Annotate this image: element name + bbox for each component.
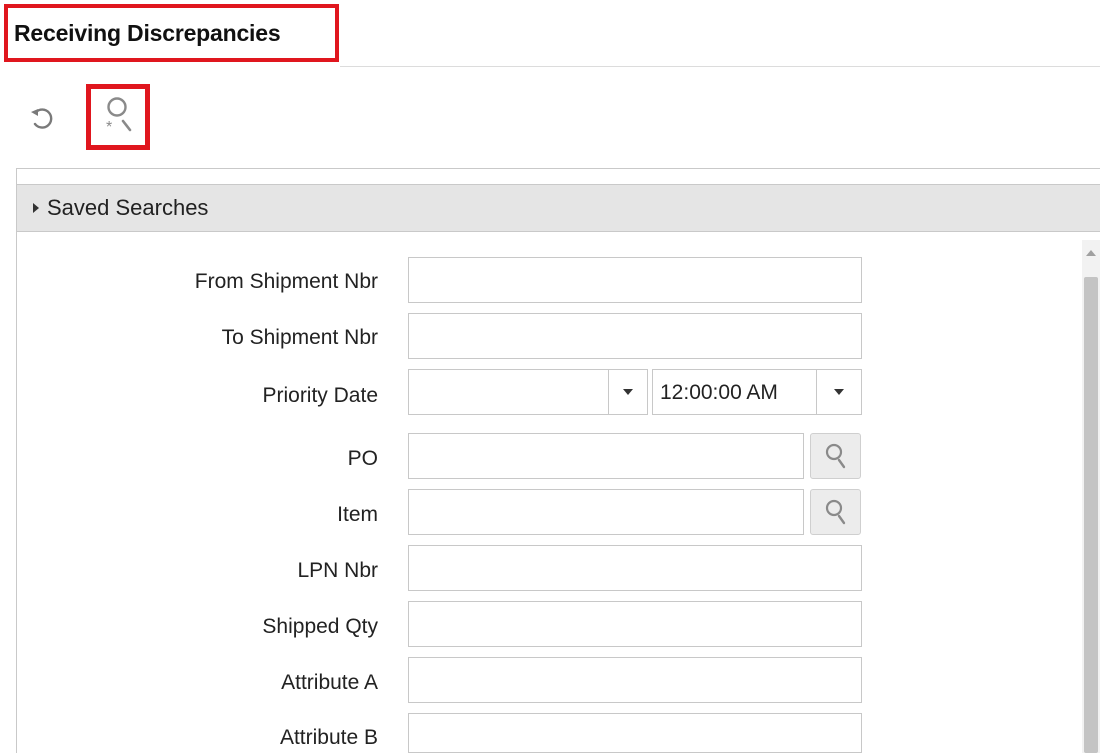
chevron-down-icon bbox=[623, 389, 633, 395]
from-shipment-nbr-label: From Shipment Nbr bbox=[194, 270, 378, 293]
advanced-search-button[interactable]: * bbox=[94, 90, 142, 142]
priority-date-input[interactable] bbox=[408, 369, 608, 415]
lpn-nbr-label: LPN Nbr bbox=[297, 559, 378, 582]
attribute-b-input[interactable] bbox=[408, 713, 862, 753]
from-shipment-nbr-input[interactable] bbox=[408, 257, 862, 303]
refresh-icon bbox=[31, 108, 53, 129]
item-lookup-button[interactable] bbox=[810, 489, 861, 535]
shipped-qty-label: Shipped Qty bbox=[262, 615, 378, 638]
search-advanced-icon: * bbox=[106, 97, 132, 136]
item-input[interactable] bbox=[408, 489, 804, 535]
shipped-qty-input[interactable] bbox=[408, 601, 862, 647]
search-icon bbox=[825, 443, 845, 469]
expand-caret-icon bbox=[33, 203, 39, 213]
lpn-nbr-input[interactable] bbox=[408, 545, 862, 591]
scroll-up-arrow-icon[interactable] bbox=[1086, 250, 1096, 256]
attribute-b-label: Attribute B bbox=[279, 726, 378, 749]
scrollbar-thumb[interactable] bbox=[1084, 277, 1098, 753]
po-input[interactable] bbox=[408, 433, 804, 479]
saved-searches-label: Saved Searches bbox=[47, 195, 209, 220]
refresh-button[interactable] bbox=[24, 100, 60, 136]
svg-text:*: * bbox=[106, 119, 112, 136]
to-shipment-nbr-input[interactable] bbox=[408, 313, 862, 359]
attribute-a-input[interactable] bbox=[408, 657, 862, 703]
to-shipment-nbr-label: To Shipment Nbr bbox=[221, 326, 378, 349]
chevron-down-icon bbox=[834, 389, 844, 395]
priority-time-value: 12:00:00 AM bbox=[660, 381, 778, 404]
po-lookup-button[interactable] bbox=[810, 433, 861, 479]
title-divider bbox=[340, 66, 1100, 67]
attribute-a-label: Attribute A bbox=[281, 671, 378, 694]
priority-date-dropdown-button[interactable] bbox=[608, 369, 648, 415]
page-title: Receiving Discrepancies bbox=[14, 20, 281, 46]
item-label: Item bbox=[337, 503, 378, 526]
priority-time-dropdown-button[interactable] bbox=[817, 370, 861, 414]
receiving-discrepancies-page: Receiving Discrepancies * Saved Searches… bbox=[0, 0, 1100, 753]
search-icon bbox=[825, 499, 845, 525]
priority-date-label: Priority Date bbox=[262, 384, 378, 407]
saved-searches-toggle[interactable]: Saved Searches bbox=[17, 184, 1100, 232]
po-label: PO bbox=[347, 447, 378, 470]
